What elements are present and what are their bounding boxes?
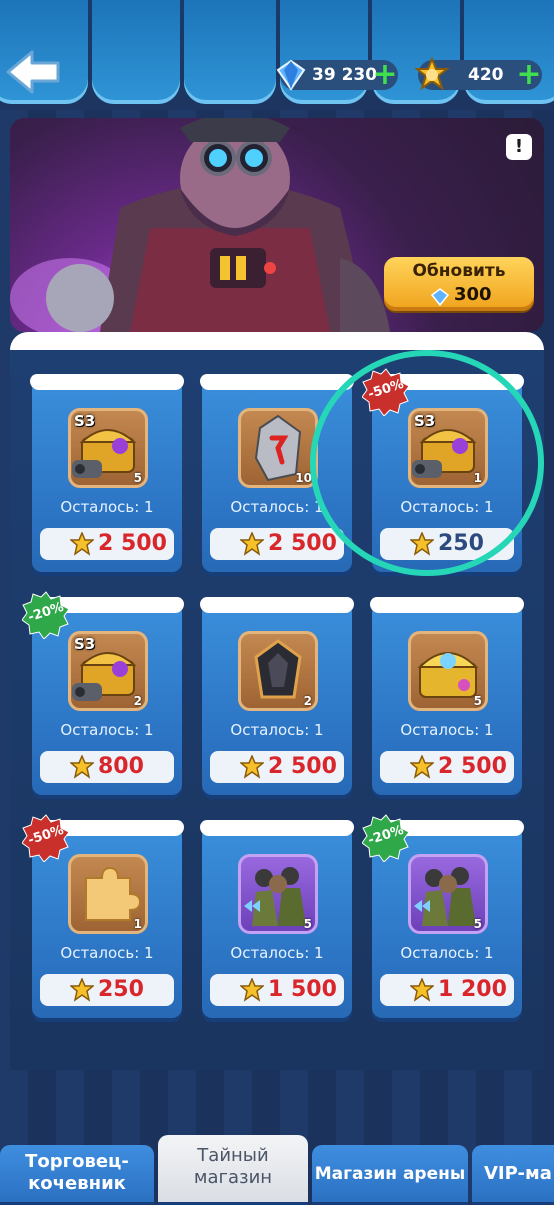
remaining-count: Осталось: 1 — [400, 721, 494, 739]
price-value: 800 — [98, 754, 144, 779]
rune-stone-icon: 10 — [238, 408, 318, 488]
remaining-count: Осталось: 1 — [400, 944, 494, 962]
soldiers-card-icon: 5 — [408, 854, 488, 934]
buy-button[interactable]: 2 500 — [210, 751, 344, 783]
season-badge: S3 — [74, 412, 96, 430]
merchant-banner: ! Обновить 300 — [10, 118, 544, 332]
buy-button[interactable]: 250 — [40, 974, 174, 1006]
remaining-count: Осталось: 1 — [60, 721, 154, 739]
price-value: 2 500 — [268, 754, 337, 779]
remaining-count: Осталось: 1 — [60, 498, 154, 516]
refresh-button[interactable]: Обновить 300 — [384, 257, 534, 311]
remaining-count: Осталось: 1 — [60, 944, 154, 962]
price-value: 1 500 — [268, 977, 337, 1002]
star-coin-icon — [410, 755, 434, 779]
shop-item-card[interactable]: 5 Осталось: 1 2 500 — [370, 597, 524, 795]
refresh-label: Обновить — [412, 261, 506, 281]
price-value: 1 200 — [438, 977, 507, 1002]
gems-value: 39 230 — [312, 65, 378, 85]
item-quantity: 2 — [303, 694, 312, 708]
star-coin-icon — [240, 532, 264, 556]
star-coin-icon — [240, 755, 264, 779]
tab-label: Торговец-кочевник — [25, 1151, 129, 1194]
add-stars-button[interactable]: + — [516, 60, 542, 90]
item-quantity: 5 — [473, 917, 482, 931]
shop-item-card[interactable]: 5 Осталось: 1 1 200 -20% — [362, 814, 524, 1018]
gem-icon — [276, 59, 306, 91]
price-value: 250 — [98, 977, 144, 1002]
remaining-count: Осталось: 1 — [230, 721, 324, 739]
shop-item-card[interactable]: 5 Осталось: 1 1 500 — [200, 820, 354, 1018]
tab-arena-shop[interactable]: Магазин арены — [312, 1145, 468, 1205]
back-arrow-icon — [6, 50, 60, 94]
tab-secret-shop[interactable]: Тайный магазин — [158, 1135, 308, 1205]
remaining-count: Осталось: 1 — [230, 944, 324, 962]
snow-cap — [200, 597, 354, 613]
snow-cap — [30, 374, 184, 390]
stars-value: 420 — [468, 65, 504, 85]
add-gems-button[interactable]: + — [372, 60, 398, 90]
discount-badge: -20% — [22, 591, 70, 639]
item-quantity: 5 — [303, 917, 312, 931]
snow-cap — [200, 374, 354, 390]
star-coin-icon — [240, 978, 264, 1002]
snow-cap — [370, 597, 524, 613]
chest-s3-icon: S3 5 — [68, 408, 148, 488]
shop-item-card[interactable]: 2 Осталось: 1 2 500 — [200, 597, 354, 795]
top-bar: 39 230 + 420 + — [0, 0, 554, 110]
discount-badge: -50% — [22, 814, 70, 862]
buy-button[interactable]: 2 500 — [210, 528, 344, 560]
snow-cap — [200, 820, 354, 836]
item-quantity: 1 — [133, 917, 142, 931]
tab-label: Магазин арены — [314, 1164, 466, 1184]
item-quantity: 5 — [133, 471, 142, 485]
tab-label: Тайный магазин — [193, 1145, 273, 1188]
tab-nomad-merchant[interactable]: Торговец-кочевник — [0, 1145, 154, 1205]
star-coin-icon — [410, 978, 434, 1002]
refresh-cost: 300 — [454, 284, 492, 305]
star-coin-icon — [70, 978, 94, 1002]
star-coin-icon — [70, 532, 94, 556]
tab-vip-shop[interactable]: VIP-ма — [472, 1145, 554, 1205]
tab-label: VIP-ма — [484, 1163, 552, 1184]
info-button[interactable]: ! — [506, 134, 532, 160]
buy-button[interactable]: 2 500 — [380, 751, 514, 783]
item-quantity: 5 — [473, 694, 482, 708]
soldiers-card-icon: 5 — [238, 854, 318, 934]
highlight-circle — [310, 350, 544, 576]
shop-item-card[interactable]: S3 5 Осталось: 1 2 500 — [30, 374, 184, 572]
gem-icon — [430, 288, 450, 307]
star-coin-icon — [414, 57, 450, 91]
star-coin-icon — [70, 755, 94, 779]
puzzle-piece-icon: 1 — [68, 854, 148, 934]
season-badge: S3 — [74, 635, 96, 653]
buy-button[interactable]: 2 500 — [40, 528, 174, 560]
dark-crystal-icon: 2 — [238, 631, 318, 711]
price-value: 2 500 — [438, 754, 507, 779]
discount-badge: -20% — [362, 814, 410, 862]
item-quantity: 2 — [133, 694, 142, 708]
buy-button[interactable]: 1 500 — [210, 974, 344, 1006]
top-tab-decor — [184, 0, 276, 104]
back-button[interactable] — [4, 44, 64, 100]
shop-item-card[interactable]: 1 Осталось: 1 250 -50% — [22, 814, 184, 1018]
top-tab-decor — [92, 0, 180, 104]
buy-button[interactable]: 800 — [40, 751, 174, 783]
price-value: 2 500 — [268, 531, 337, 556]
chest-s3-icon: S3 2 — [68, 631, 148, 711]
buy-button[interactable]: 1 200 — [380, 974, 514, 1006]
shop-item-card[interactable]: S3 2 Осталось: 1 800 -20% — [22, 591, 184, 795]
gold-chest-icon: 5 — [408, 631, 488, 711]
price-value: 2 500 — [98, 531, 167, 556]
